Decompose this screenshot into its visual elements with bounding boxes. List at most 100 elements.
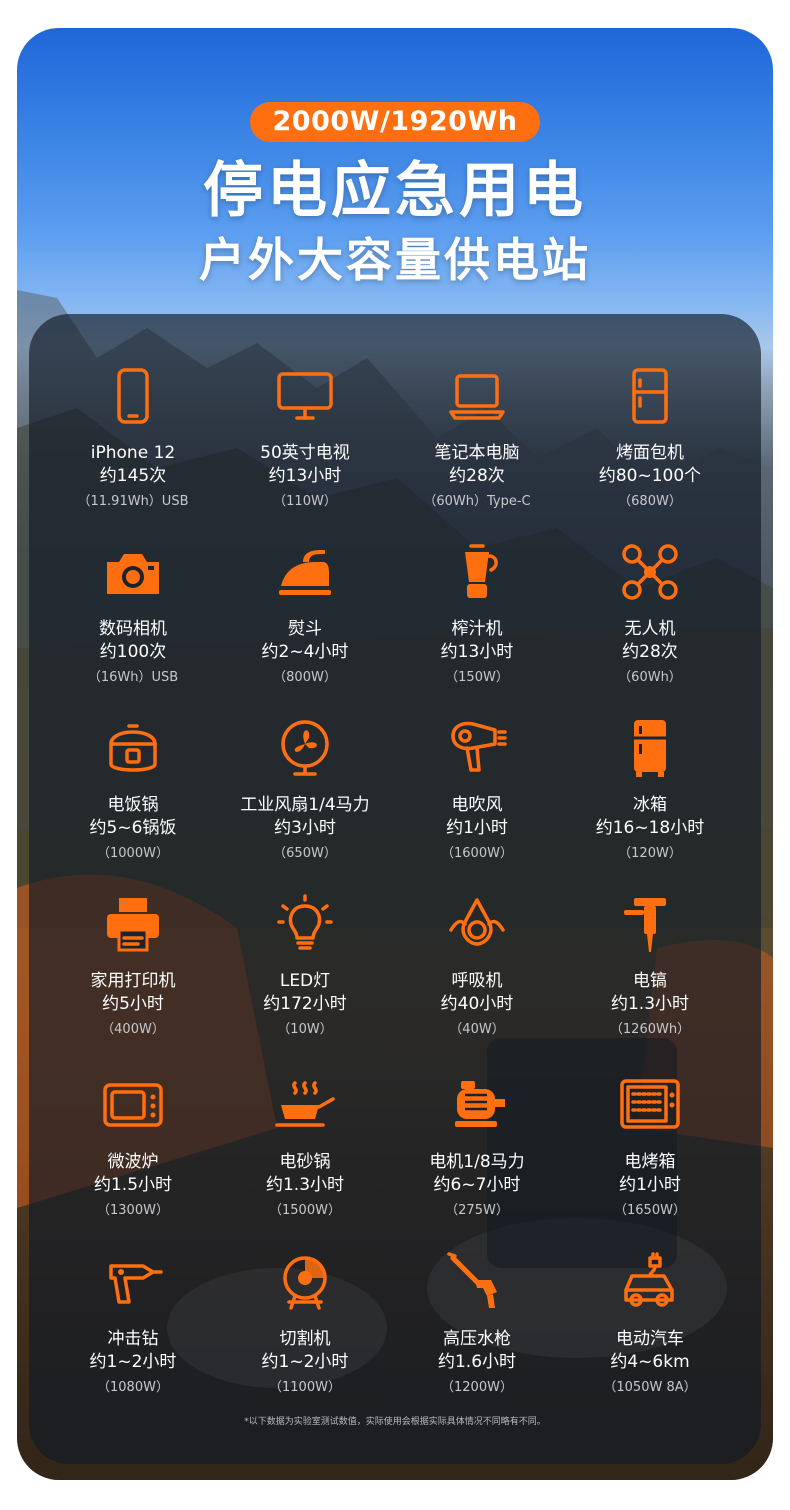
device-usage: 约2~4小时 [261,642,349,662]
device-usage: 约1小时 [619,1175,681,1195]
device-usage: 约1小时 [446,818,508,838]
device-card: 冰箱 约16~18小时 （120W） [563,666,737,861]
device-usage: 约1~2小时 [261,1352,349,1372]
device-name: 榨汁机 [451,619,503,639]
device-spec: （1200W） [441,1380,513,1395]
oven-icon [620,1075,680,1135]
device-card: 家用打印机 约5小时 （400W） [46,842,220,1037]
device-name: 笔记本电脑 [434,443,520,463]
hair-dryer-icon [447,718,507,778]
device-usage: 约172小时 [263,994,347,1014]
fridge-icon [620,718,680,778]
demolition-hammer-icon [620,894,680,954]
device-name: 呼吸机 [451,971,503,991]
device-card: iPhone 12 约145次 （11.91Wh）USB [46,314,220,509]
toaster-icon [620,366,680,426]
pressure-washer-icon [447,1252,507,1312]
drill-icon [103,1252,163,1312]
device-card: 笔记本电脑 约28次 （60Wh）Type-C [390,314,564,509]
device-usage: 约1.3小时 [265,1175,345,1195]
device-usage: 约100次 [99,642,167,662]
tv-icon [275,366,335,426]
juicer-icon [447,542,507,602]
device-usage: 约13小时 [268,466,342,486]
rice-cooker-icon [103,718,163,778]
device-card: 无人机 约28次 （60Wh） [563,490,737,685]
device-card: 电机1/8马力 约6~7小时 （275W） [390,1023,564,1218]
device-usage: 约5小时 [102,994,164,1014]
device-name: 冰箱 [633,795,667,815]
fan-icon [275,718,335,778]
device-card: 烤面包机 约80~100个 （680W） [563,314,737,509]
device-card: 电吹风 约1小时 （1600W） [390,666,564,861]
smartphone-icon [103,366,163,426]
poster: 2000W/1920Wh 停电应急用电 户外大容量供电站 iPhone 12 约1… [17,28,773,1480]
laptop-icon [447,366,507,426]
device-name: 数码相机 [99,619,167,639]
device-usage: 约16~18小时 [595,818,705,838]
capacity-badge: 2000W/1920Wh [250,102,540,142]
footnote: *以下数据为实验室测试数值，实际使用会根据实际具体情况不同略有不同。 [244,1417,546,1427]
device-panel: iPhone 12 约145次 （11.91Wh）USB 50英寸电视 约13小时 （11… [29,314,761,1464]
headline: 停电应急用电 [203,156,587,226]
device-name: LED灯 [279,971,331,991]
device-card: 电饭锅 约5~6锅饭 （1000W） [46,666,220,861]
pan-icon [275,1075,335,1135]
device-usage: 约13小时 [440,642,514,662]
device-name: 工业风扇1/4马力 [240,795,370,815]
device-usage: 约145次 [99,466,167,486]
device-spec: （1080W） [97,1380,169,1395]
motor-icon [447,1075,507,1135]
device-card: 数码相机 约100次 （16Wh）USB [46,490,220,685]
device-name: 电吹风 [451,795,503,815]
device-card: 电镐 约1.3小时 （1260Wh） [563,842,737,1037]
device-usage: 约1~2小时 [89,1352,177,1372]
device-name: 电饭锅 [107,795,159,815]
device-card: 微波炉 约1.5小时 （1300W） [46,1023,220,1218]
device-usage: 约1.5小时 [93,1175,173,1195]
device-name: 无人机 [624,619,676,639]
device-spec: （1050W 8A） [603,1380,697,1395]
cutter-icon [275,1252,335,1312]
device-card: 熨斗 约2~4小时 （800W） [218,490,392,685]
device-card: 50英寸电视 约13小时 （110W） [218,314,392,509]
device-usage: 约80~100个 [598,466,702,486]
device-name: iPhone 12 [90,443,176,463]
device-name: 50英寸电视 [260,443,350,463]
device-name: 切割机 [279,1329,331,1349]
iron-icon [275,542,335,602]
device-name: 高压水枪 [443,1329,511,1349]
device-name: 电砂锅 [279,1152,331,1172]
device-name: 电烤箱 [624,1152,676,1172]
device-usage: 约1.3小时 [610,994,690,1014]
device-card: LED灯 约172小时 （10W） [218,842,392,1037]
ventilator-mask-icon [447,894,507,954]
device-usage: 约40小时 [440,994,514,1014]
device-usage: 约6~7小时 [433,1175,521,1195]
ev-car-icon [620,1252,680,1312]
device-spec: （1100W） [269,1380,341,1395]
device-card: 切割机约1~2小时 （1100W） [218,1200,392,1395]
device-name: 冲击钻 [107,1329,159,1349]
device-card: 电动汽车约4~6km （1050W 8A） [563,1200,737,1395]
device-card: 工业风扇1/4马力 约3小时 （650W） [218,666,392,861]
camera-icon [103,542,163,602]
device-name: 熨斗 [288,619,322,639]
device-usage: 约3小时 [274,818,336,838]
device-name: 烤面包机 [616,443,684,463]
drone-icon [620,542,680,602]
printer-icon [103,894,163,954]
device-name: 微波炉 [107,1152,159,1172]
device-card: 电烤箱 约1小时 （1650W） [563,1023,737,1218]
device-name: 电机1/8马力 [429,1152,525,1172]
device-name: 电动汽车 [616,1329,684,1349]
device-usage: 约4~6km [610,1352,690,1372]
device-name: 电镐 [633,971,667,991]
device-card: 冲击钻约1~2小时 （1080W） [46,1200,220,1395]
microwave-icon [103,1075,163,1135]
device-usage: 约28次 [449,466,505,486]
device-card: 呼吸机 约40小时 （40W） [390,842,564,1037]
subheadline: 户外大容量供电站 [199,233,591,287]
device-card: 高压水枪约1.6小时 （1200W） [390,1200,564,1395]
device-usage: 约1.6小时 [437,1352,517,1372]
